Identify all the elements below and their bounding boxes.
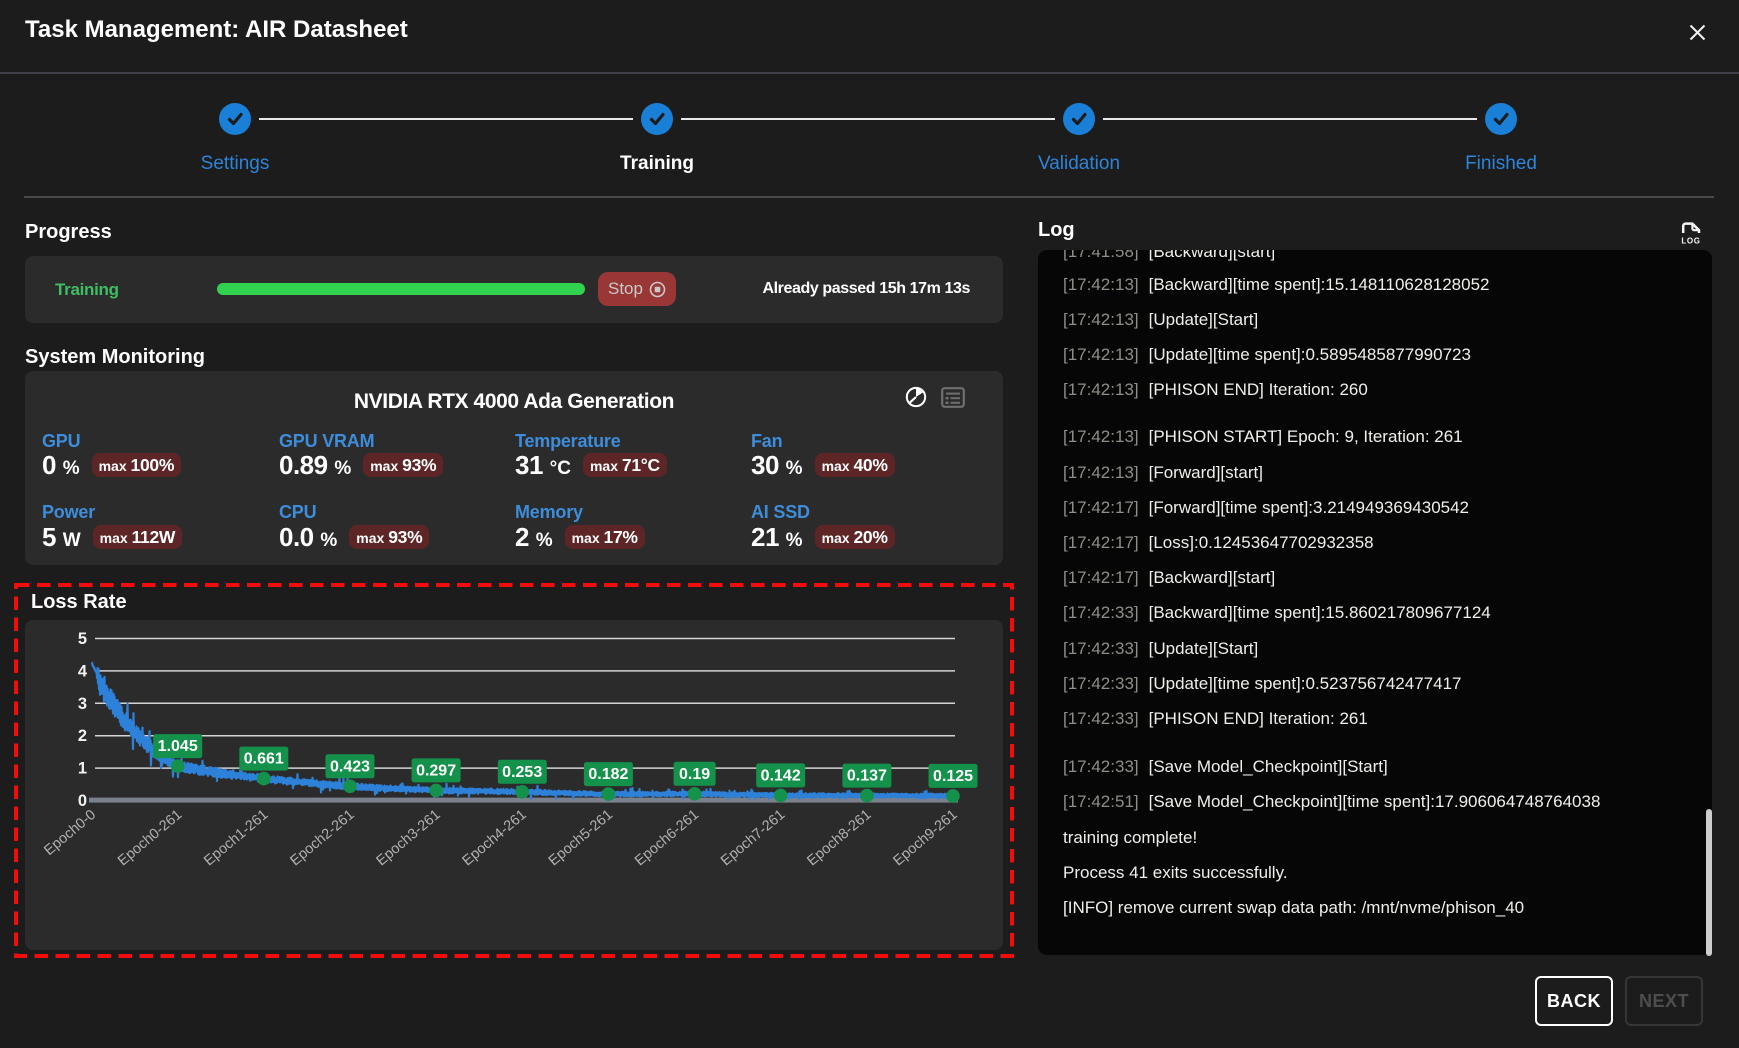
svg-text:2: 2 xyxy=(78,727,87,745)
svg-text:4: 4 xyxy=(78,662,88,680)
svg-text:0.297: 0.297 xyxy=(416,762,456,779)
svg-text:Epoch3-261: Epoch3-261 xyxy=(373,807,443,870)
svg-text:Epoch0-0: Epoch0-0 xyxy=(41,807,99,859)
svg-text:0.125: 0.125 xyxy=(933,768,973,785)
svg-text:Epoch0-261: Epoch0-261 xyxy=(115,807,185,870)
svg-text:Epoch4-261: Epoch4-261 xyxy=(460,807,530,870)
svg-text:5: 5 xyxy=(78,630,87,648)
svg-text:0.423: 0.423 xyxy=(330,758,370,775)
svg-text:Epoch5-261: Epoch5-261 xyxy=(546,807,616,870)
svg-text:Epoch6-261: Epoch6-261 xyxy=(632,807,702,870)
svg-text:Epoch2-261: Epoch2-261 xyxy=(287,807,357,870)
svg-text:LOG: LOG xyxy=(1681,236,1700,245)
svg-text:Epoch8-261: Epoch8-261 xyxy=(804,807,874,870)
svg-text:0.19: 0.19 xyxy=(679,766,710,783)
svg-text:0.137: 0.137 xyxy=(847,768,887,785)
svg-text:0: 0 xyxy=(78,792,87,810)
svg-text:0.142: 0.142 xyxy=(761,767,801,784)
svg-text:Epoch9-261: Epoch9-261 xyxy=(890,807,960,870)
svg-text:0.182: 0.182 xyxy=(588,766,628,783)
svg-text:0.253: 0.253 xyxy=(502,764,542,781)
svg-text:1: 1 xyxy=(78,760,87,778)
svg-text:Epoch7-261: Epoch7-261 xyxy=(718,807,788,870)
svg-text:Epoch1-261: Epoch1-261 xyxy=(201,807,271,870)
svg-text:1.045: 1.045 xyxy=(158,738,198,755)
svg-text:3: 3 xyxy=(78,695,87,713)
svg-text:0.661: 0.661 xyxy=(244,751,284,768)
